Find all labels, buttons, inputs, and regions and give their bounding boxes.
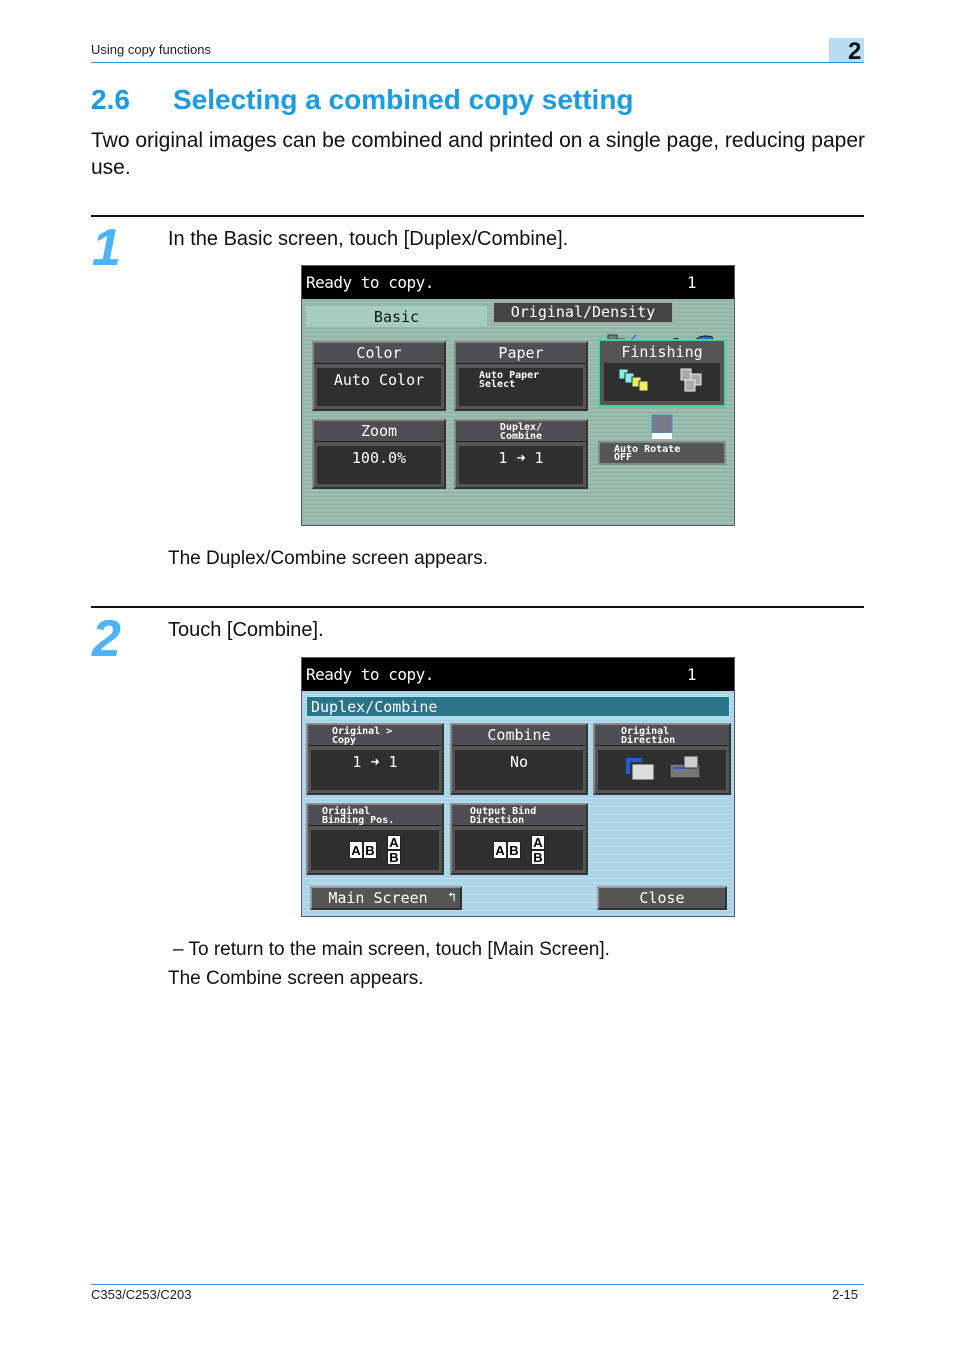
- original-copy-label: Original > Copy: [308, 725, 442, 746]
- original-copy-value: 1 ➜ 1: [311, 750, 439, 790]
- paper-value: Auto Paper Select: [459, 368, 583, 406]
- finishing-label: Finishing: [621, 343, 703, 361]
- basic-screen-screenshot: Ready to copy. 1 Original/Density Basic …: [301, 265, 735, 526]
- return-arrow-icon: ↰: [448, 890, 456, 905]
- original-direction-label: Original Direction: [595, 725, 729, 746]
- section-number: 2.6: [91, 84, 130, 115]
- original-binding-label: Original Binding Pos.: [308, 805, 442, 826]
- color-value: Auto Color: [317, 368, 441, 406]
- output-bind-direction-button[interactable]: Output Bind Direction AB AB: [450, 803, 588, 875]
- combine-button[interactable]: Combine No: [450, 723, 588, 795]
- status-bar: Ready to copy. 1: [302, 658, 734, 691]
- step-number: 2: [92, 610, 121, 668]
- header-rule: [91, 62, 864, 63]
- copy-count: 1: [686, 665, 697, 684]
- original-direction-side-icon: [668, 754, 702, 786]
- tab-original-density[interactable]: Original/Density: [492, 301, 674, 324]
- main-screen-label: Main Screen: [328, 889, 428, 907]
- step-instruction: Touch [Combine].: [168, 619, 324, 641]
- section-title: 2.6 Selecting a combined copy setting: [91, 84, 634, 116]
- step-divider: [91, 215, 864, 217]
- auto-rotate-value: OFF: [614, 452, 633, 463]
- main-screen-button[interactable]: Main Screen ↰: [310, 886, 462, 910]
- original-direction-button[interactable]: Original Direction: [593, 723, 731, 795]
- step-instruction: In the Basic screen, touch [Duplex/Combi…: [168, 228, 569, 250]
- output-bind-label: Output Bind Direction: [452, 805, 586, 826]
- sort-output-icon: [679, 367, 707, 397]
- step-result: The Duplex/Combine screen appears.: [168, 548, 489, 569]
- original-copy-label-line2: Copy: [332, 735, 357, 746]
- duplex-combine-screen-screenshot: Ready to copy. 1 Duplex/Combine Original…: [301, 657, 735, 917]
- footer-rule: [91, 1284, 864, 1285]
- section-heading: Selecting a combined copy setting: [173, 84, 634, 115]
- top-bind-output-icon: AB: [531, 835, 545, 865]
- page-number: 2-15: [832, 1287, 859, 1302]
- step-divider: [91, 606, 864, 608]
- paper-label: Paper: [456, 343, 586, 364]
- top-binding-icon: AB: [387, 835, 401, 865]
- zoom-label: Zoom: [314, 421, 444, 442]
- output-bind-label-line2: Direction: [470, 815, 525, 826]
- left-bind-output-icon: AB: [493, 841, 521, 859]
- original-direction-top-icon: [622, 754, 656, 786]
- zoom-value: 100.0%: [317, 446, 441, 484]
- status-message: Ready to copy.: [306, 273, 434, 292]
- duplex-label-line2: Combine: [499, 431, 543, 442]
- duplex-combine-value: 1 ➜ 1: [459, 446, 583, 484]
- running-header: Using copy functions: [91, 42, 211, 57]
- color-label: Color: [314, 343, 444, 364]
- group-output-icon: [618, 367, 652, 397]
- original-binding-pos-button[interactable]: Original Binding Pos. AB AB: [306, 803, 444, 875]
- close-button[interactable]: Close: [597, 886, 727, 910]
- step-note: – To return to the main screen, touch [M…: [173, 939, 610, 960]
- original-copy-button[interactable]: Original > Copy 1 ➜ 1: [306, 723, 444, 795]
- original-direction-label-line2: Direction: [621, 735, 676, 746]
- paper-button[interactable]: Paper Auto Paper Select: [454, 341, 588, 411]
- status-bar: Ready to copy. 1: [302, 266, 734, 299]
- paper-value-line2: Select: [479, 379, 516, 390]
- zoom-button[interactable]: Zoom 100.0%: [312, 419, 446, 489]
- original-binding-label-line2: Binding Pos.: [322, 815, 395, 826]
- combine-label: Combine: [452, 725, 586, 746]
- color-button[interactable]: Color Auto Color: [312, 341, 446, 411]
- copy-count: 1: [686, 273, 697, 292]
- left-binding-icon: AB: [349, 841, 377, 859]
- duplex-combine-button[interactable]: Duplex/ Combine 1 ➜ 1: [454, 419, 588, 489]
- footer-model: C353/C253/C203: [91, 1287, 192, 1302]
- tab-basic[interactable]: Basic: [306, 306, 487, 327]
- step-result: The Combine screen appears.: [168, 968, 424, 989]
- intro-paragraph: Two original images can be combined and …: [91, 129, 866, 179]
- step-number: 1: [92, 219, 121, 277]
- status-message: Ready to copy.: [306, 665, 434, 684]
- screen-title: Duplex/Combine: [306, 696, 730, 717]
- combine-value: No: [455, 750, 583, 790]
- auto-rotate-button[interactable]: Auto Rotate OFF: [598, 441, 726, 465]
- duplex-combine-label: Duplex/ Combine: [456, 421, 586, 442]
- finishing-button[interactable]: Finishing: [598, 339, 726, 407]
